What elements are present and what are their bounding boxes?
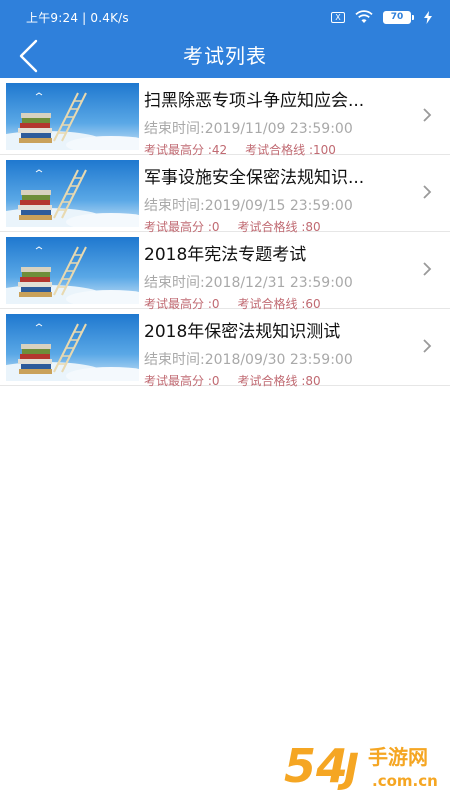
watermark-digits: 54 xyxy=(284,739,348,792)
exam-title: 2018年宪法专题考试 xyxy=(144,245,307,265)
exam-pass-line: 考试合格线 :80 xyxy=(237,374,321,388)
battery-icon: 70 xyxy=(383,10,414,24)
exam-scores: 考试最高分 :0 考试合格线 :80 xyxy=(144,372,321,389)
status-time-speed: 上午9:24 | 0.4K/s xyxy=(26,11,129,25)
status-bar: 上午9:24 | 0.4K/s X 70 xyxy=(0,0,450,34)
app-root: 上午9:24 | 0.4K/s X 70 考试列表 扫黑除恶专项斗争应知应会..… xyxy=(0,0,450,800)
exam-max-score: 考试最高分 :0 xyxy=(144,374,220,388)
title-bar: 考试列表 xyxy=(0,34,450,78)
site-watermark-logo: 54 J 手游网 .com.cn xyxy=(283,738,439,792)
exam-list: 扫黑除恶专项斗争应知应会... 结束时间:2019/11/09 23:59:00… xyxy=(0,78,450,389)
watermark-domain: .com.cn xyxy=(372,772,438,790)
chevron-right-icon xyxy=(423,108,432,122)
chevron-right-icon xyxy=(423,185,432,199)
battery-level: 70 xyxy=(390,12,404,22)
exam-list-item[interactable]: 军事设施安全保密法规知识... 结束时间:2019/09/15 23:59:00… xyxy=(0,155,450,234)
exam-list-item[interactable]: 扫黑除恶专项斗争应知应会... 结束时间:2019/11/09 23:59:00… xyxy=(0,78,450,157)
exam-thumbnail xyxy=(6,83,139,150)
page-title: 考试列表 xyxy=(183,44,267,68)
status-icons: X 70 xyxy=(331,8,432,26)
chevron-right-icon xyxy=(423,339,432,353)
exam-end-time: 结束时间:2018/12/31 23:59:00 xyxy=(144,275,353,291)
watermark-text: 手游网 xyxy=(368,745,428,769)
header: 上午9:24 | 0.4K/s X 70 考试列表 xyxy=(0,0,450,78)
exam-thumbnail xyxy=(6,314,139,381)
exam-thumbnail xyxy=(6,237,139,304)
exam-end-time: 结束时间:2018/09/30 23:59:00 xyxy=(144,352,353,368)
wifi-icon xyxy=(355,10,373,24)
exam-end-time: 结束时间:2019/11/09 23:59:00 xyxy=(144,121,353,137)
exam-title: 军事设施安全保密法规知识... xyxy=(144,168,365,188)
exam-list-item[interactable]: 2018年宪法专题考试 结束时间:2018/12/31 23:59:00 考试最… xyxy=(0,232,450,311)
exam-title: 扫黑除恶专项斗争应知应会... xyxy=(144,91,365,111)
charging-bolt-icon xyxy=(424,10,432,24)
exam-title: 2018年保密法规知识测试 xyxy=(144,322,341,342)
sim-icon: X xyxy=(331,11,345,23)
exam-end-time: 结束时间:2019/09/15 23:59:00 xyxy=(144,198,353,214)
exam-thumbnail xyxy=(6,160,139,227)
chevron-right-icon xyxy=(423,262,432,276)
exam-list-item[interactable]: 2018年保密法规知识测试 结束时间:2018/09/30 23:59:00 考… xyxy=(0,309,450,389)
